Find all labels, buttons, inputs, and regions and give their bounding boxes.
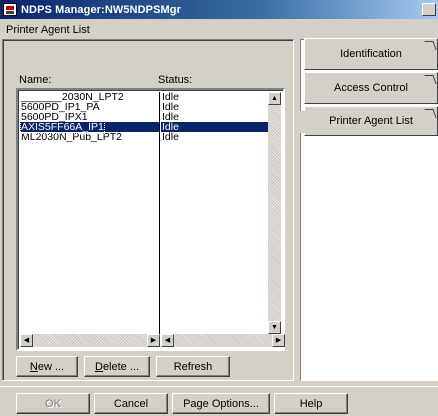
new-button[interactable]: New ... <box>16 356 78 377</box>
scroll-up-arrow-icon[interactable]: ▲ <box>268 92 281 105</box>
scroll-right-arrow-icon[interactable]: ▶ <box>272 334 285 347</box>
name-column-header: Name: <box>19 74 52 86</box>
tab-printer-agent-list[interactable]: Printer Agent List <box>299 106 438 136</box>
title-bar[interactable]: NDPS Manager:NW5NDPSMgr <box>0 0 438 19</box>
list-item-name[interactable]: ML2030N_Pub_LPT2 <box>20 132 159 143</box>
vertical-scrollbar[interactable]: ▲ ▼ <box>268 92 281 334</box>
list-item-status[interactable]: Idle <box>161 132 271 143</box>
status-horizontal-scrollbar[interactable]: ◀ ▶ <box>161 334 285 347</box>
window-control-button[interactable] <box>422 3 436 16</box>
scroll-down-arrow-icon[interactable]: ▼ <box>268 321 281 334</box>
cancel-button[interactable]: Cancel <box>94 393 168 414</box>
page-options-button[interactable]: Page Options... <box>172 393 270 414</box>
printer-agent-listbox[interactable]: _______2030N_LPT2 5600PD_IP1_PA 5600PD_I… <box>16 88 285 351</box>
tab-access-control[interactable]: Access Control <box>304 72 438 104</box>
name-column: _______2030N_LPT2 5600PD_IP1_PA 5600PD_I… <box>20 92 160 334</box>
status-column-header: Status: <box>158 74 193 86</box>
name-horizontal-scrollbar[interactable]: ◀ ▶ <box>20 334 160 347</box>
delete-button[interactable]: Delete ... <box>84 356 150 377</box>
group-label: Printer Agent List <box>6 24 90 36</box>
refresh-button[interactable]: Refresh <box>156 356 230 377</box>
printer-app-icon[interactable] <box>3 3 17 16</box>
scroll-right-arrow-icon[interactable]: ▶ <box>147 334 160 347</box>
footer-separator <box>0 386 438 387</box>
tab-identification[interactable]: Identification <box>304 38 438 70</box>
help-button[interactable]: Help <box>274 393 348 414</box>
scroll-left-arrow-icon[interactable]: ◀ <box>161 334 174 347</box>
status-column: Idle Idle Idle Idle Idle <box>161 92 271 334</box>
ok-button[interactable]: OK <box>16 393 90 414</box>
scroll-left-arrow-icon[interactable]: ◀ <box>20 334 33 347</box>
window-title: NDPS Manager:NW5NDPSMgr <box>21 3 181 16</box>
